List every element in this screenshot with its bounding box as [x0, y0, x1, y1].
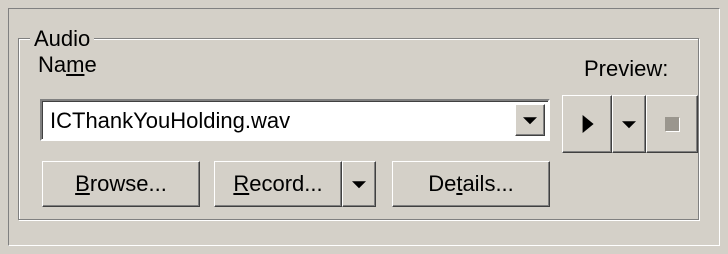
combo-dropdown-button[interactable]: [515, 104, 545, 136]
name-label-pre: Na: [38, 52, 67, 77]
audio-file-combobox[interactable]: ICThankYouHolding.wav: [40, 99, 550, 141]
chevron-down-icon: [622, 121, 636, 129]
preview-label: Preview:: [584, 56, 669, 81]
name-label: Name: [38, 52, 97, 78]
record-label-rest: ecord...: [249, 171, 323, 196]
name-label-mnemonic: m: [66, 52, 85, 77]
stop-icon: [665, 117, 679, 131]
details-label-pre: De: [428, 171, 457, 196]
audio-file-value: ICThankYouHolding.wav: [50, 108, 291, 133]
record-button-label: Record...: [215, 171, 341, 197]
play-button[interactable]: [562, 95, 612, 153]
browse-button-label: Browse...: [43, 171, 199, 197]
browse-mnemonic: B: [75, 171, 90, 196]
audio-panel: Audio Name Preview: ICThankYouHolding.wa…: [0, 0, 728, 254]
chevron-down-icon: [523, 117, 537, 125]
groupbox-title: Audio: [30, 26, 95, 52]
browse-button[interactable]: Browse...: [42, 161, 200, 207]
details-label-post: ails...: [462, 171, 514, 196]
stop-button[interactable]: [646, 95, 698, 153]
browse-label-rest: rowse...: [89, 171, 167, 196]
details-button-label: Details...: [393, 171, 549, 197]
details-button[interactable]: Details...: [392, 161, 550, 207]
record-mnemonic: R: [233, 171, 250, 196]
record-options-dropdown-button[interactable]: [342, 161, 376, 207]
record-button[interactable]: Record...: [214, 161, 342, 207]
chevron-down-icon: [352, 181, 366, 189]
play-icon: [582, 115, 594, 133]
name-label-post: e: [84, 52, 97, 77]
play-options-dropdown-button[interactable]: [612, 95, 646, 153]
